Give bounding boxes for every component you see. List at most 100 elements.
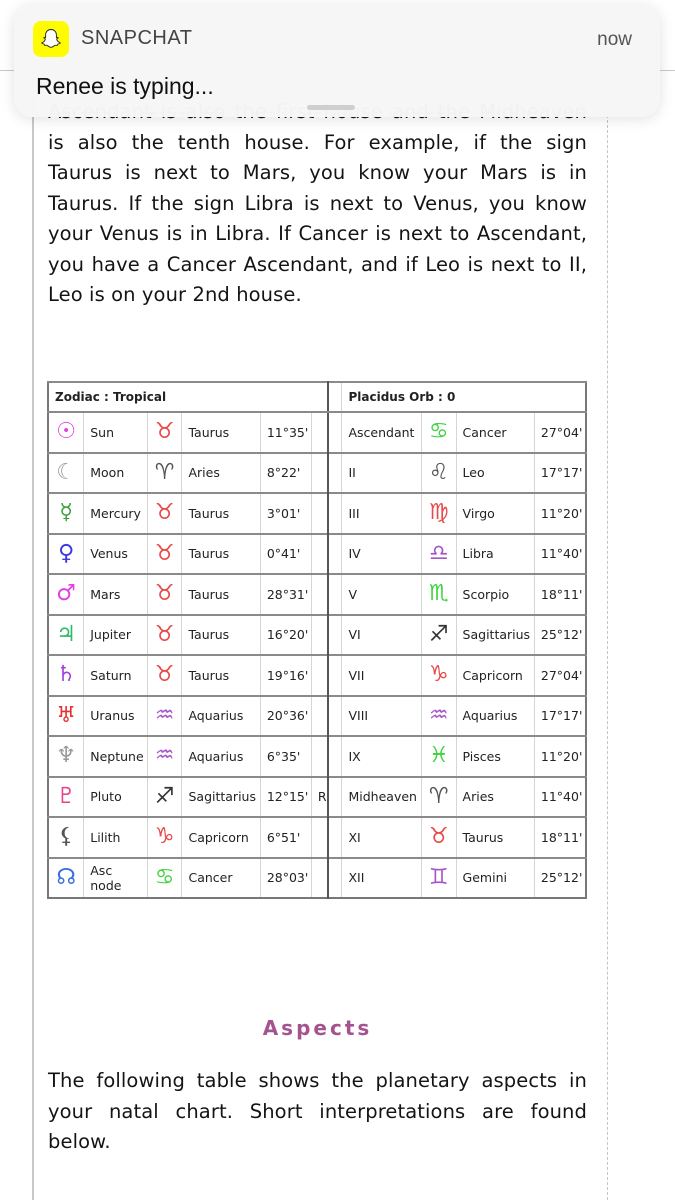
planet-glyph-icon: ♂ [47, 573, 85, 615]
sign-name: Taurus [181, 573, 261, 615]
sign-glyph-icon: ♐ [146, 776, 183, 818]
column-separator [327, 614, 343, 656]
sign-glyph-icon: ♉ [146, 492, 183, 534]
sign-glyph-icon: ♉ [146, 614, 183, 656]
table-header-row: Zodiac : Tropical Placidus Orb : 0 [47, 381, 587, 413]
retrograde-flag [310, 492, 329, 534]
house-degree: 11°20' [533, 492, 587, 534]
column-separator [327, 492, 343, 534]
planet-glyph-icon: ⚸ [47, 816, 85, 858]
house-sign-name: Gemini [455, 857, 535, 899]
house-sign-name: Libra [455, 533, 535, 575]
planet-name: Uranus [83, 695, 148, 737]
house-sign-glyph-icon: ♒ [420, 695, 457, 737]
sign-name: Taurus [181, 614, 261, 656]
table-row: ☿ Mercury ♉ Taurus 3°01' III ♍ Virgo 11°20' [47, 492, 587, 534]
snapchat-notification[interactable]: SNAPCHAT now Renee is typing... [14, 5, 660, 117]
planet-glyph-icon: ♃ [47, 614, 85, 656]
column-separator [327, 816, 343, 858]
house-sign-glyph-icon: ♈ [420, 776, 457, 818]
planet-glyph-icon: ☉ [47, 411, 85, 453]
planet-glyph-icon: ♇ [47, 776, 85, 818]
planet-name: Sun [83, 411, 148, 453]
house-name: II [341, 452, 422, 494]
house-name: VI [341, 614, 422, 656]
house-degree: 17°17' [533, 695, 587, 737]
retrograde-flag [310, 533, 329, 575]
degree: 3°01' [259, 492, 312, 534]
retrograde-flag [310, 857, 329, 899]
table-row: ♀ Venus ♉ Taurus 0°41' IV ♎ Libra 11°40' [47, 533, 587, 575]
aspects-paragraph: The following table shows the planetary … [48, 1069, 587, 1153]
degree: 6°51' [259, 816, 312, 858]
planet-glyph-icon: ♅ [47, 695, 85, 737]
retrograde-flag [310, 816, 329, 858]
sign-name: Cancer [181, 857, 261, 899]
planet-name: Moon [83, 452, 148, 494]
retrograde-flag [310, 735, 329, 777]
house-sign-glyph-icon: ♌ [420, 452, 457, 494]
sign-glyph-icon: ♒ [146, 735, 183, 777]
house-sign-name: Taurus [455, 816, 535, 858]
column-separator [327, 776, 343, 818]
zodiac-header: Zodiac : Tropical [47, 381, 329, 413]
planet-glyph-icon: ☿ [47, 492, 85, 534]
planet-name: Lilith [83, 816, 148, 858]
house-name: Midheaven [341, 776, 422, 818]
table-row: ♅ Uranus ♒ Aquarius 20°36' VIII ♒ Aquarius 17°17… [47, 695, 587, 737]
degree: 16°20' [259, 614, 312, 656]
sign-glyph-icon: ♉ [146, 573, 183, 615]
house-degree: 11°40' [533, 533, 587, 575]
house-sign-name: Aries [455, 776, 535, 818]
house-degree: 11°40' [533, 776, 587, 818]
sign-glyph-icon: ♒ [146, 695, 183, 737]
column-separator [327, 735, 343, 777]
retrograde-flag: R [310, 776, 329, 818]
aspects-heading: Aspects [262, 1016, 373, 1040]
house-sign-name: Leo [455, 452, 535, 494]
house-sign-glyph-icon: ♎ [420, 533, 457, 575]
house-sign-name: Aquarius [455, 695, 535, 737]
sign-name: Taurus [181, 654, 261, 696]
content-right-border [607, 100, 608, 1200]
degree: 6°35' [259, 735, 312, 777]
table-row: ♃ Jupiter ♉ Taurus 16°20' VI ♐ Sagittarius 25°12… [47, 614, 587, 656]
sign-glyph-icon: ♉ [146, 654, 183, 696]
notification-app-name: SNAPCHAT [81, 27, 193, 49]
planet-glyph-icon: ☊ [47, 857, 85, 899]
degree: 28°31' [259, 573, 312, 615]
degree: 28°03' [259, 857, 312, 899]
planet-name: Neptune [83, 735, 148, 777]
sign-glyph-icon: ♈ [146, 452, 183, 494]
house-name: VII [341, 654, 422, 696]
column-separator [327, 381, 343, 413]
planet-glyph-icon: ♆ [47, 735, 85, 777]
notification-drag-handle[interactable] [307, 105, 355, 110]
placidus-header: Placidus Orb : 0 [341, 381, 587, 413]
planet-name: Asc node [83, 857, 148, 899]
house-sign-glyph-icon: ♋ [420, 411, 457, 453]
table-row: ⚸ Lilith ♑ Capricorn 6°51' XI ♉ Taurus 18°11' [47, 816, 587, 858]
column-separator [327, 654, 343, 696]
table-row: ☊ Asc node ♋ Cancer 28°03' XII ♊ Gemini 25°12' [47, 857, 587, 899]
notification-time: now [597, 29, 632, 50]
sign-name: Aquarius [181, 735, 261, 777]
degree: 8°22' [259, 452, 312, 494]
sign-name: Taurus [181, 411, 261, 453]
sign-glyph-icon: ♉ [146, 533, 183, 575]
house-sign-name: Capricorn [455, 654, 535, 696]
planet-name: Venus [83, 533, 148, 575]
house-sign-name: Cancer [455, 411, 535, 453]
column-separator [327, 857, 343, 899]
retrograde-flag [310, 452, 329, 494]
house-degree: 11°20' [533, 735, 587, 777]
degree: 12°15' [259, 776, 312, 818]
house-degree: 18°11' [533, 816, 587, 858]
sign-name: Taurus [181, 533, 261, 575]
retrograde-flag [310, 614, 329, 656]
table-row: ☉ Sun ♉ Taurus 11°35' Ascendant ♋ Cancer 27°04' [47, 411, 587, 453]
degree: 11°35' [259, 411, 312, 453]
content-left-border [32, 70, 34, 1200]
house-sign-name: Scorpio [455, 573, 535, 615]
table-row: ♆ Neptune ♒ Aquarius 6°35' IX ♓ Pisces 11°20' [47, 735, 587, 777]
